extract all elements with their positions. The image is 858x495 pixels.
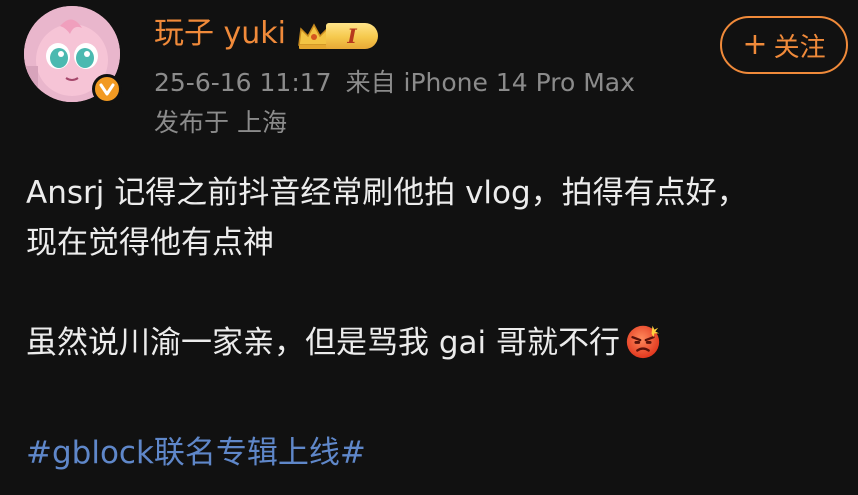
verified-v-icon	[92, 74, 122, 104]
post-meta: 25-6-16 11:17 来自 iPhone 14 Pro Max	[154, 66, 635, 100]
post-text-line: 现在觉得他有点神	[26, 225, 274, 261]
level-badge: I	[326, 23, 379, 49]
post-text: 虽然说川渝一家亲，但是骂我 gai 哥就不行	[26, 325, 620, 361]
angry-face-emoji	[626, 325, 660, 359]
username[interactable]: 玩子 yuki	[154, 14, 286, 54]
hashtag-link[interactable]: #gblock联名专辑上线#	[26, 428, 366, 478]
post-text-line: Ansrj 记得之前抖音经常刷他拍 vlog，拍得有点好，	[26, 175, 748, 211]
plus-icon: +	[742, 27, 768, 62]
post-text-line: 虽然说川渝一家亲，但是骂我 gai 哥就不行	[26, 318, 846, 368]
post-location: 发布于 上海	[154, 108, 287, 137]
post-source: 来自 iPhone 14 Pro Max	[345, 68, 635, 97]
follow-button-label: 关注	[773, 32, 826, 63]
vip-badge[interactable]: I	[296, 21, 379, 51]
post-body: Ansrj 记得之前抖音经常刷他拍 vlog，拍得有点好， 现在觉得他有点神 虽…	[26, 168, 846, 368]
author-row: 玩子 yuki I	[154, 14, 379, 54]
post-datetime: 25-6-16 11:17	[154, 68, 332, 97]
follow-button[interactable]: + 关注	[720, 16, 848, 74]
